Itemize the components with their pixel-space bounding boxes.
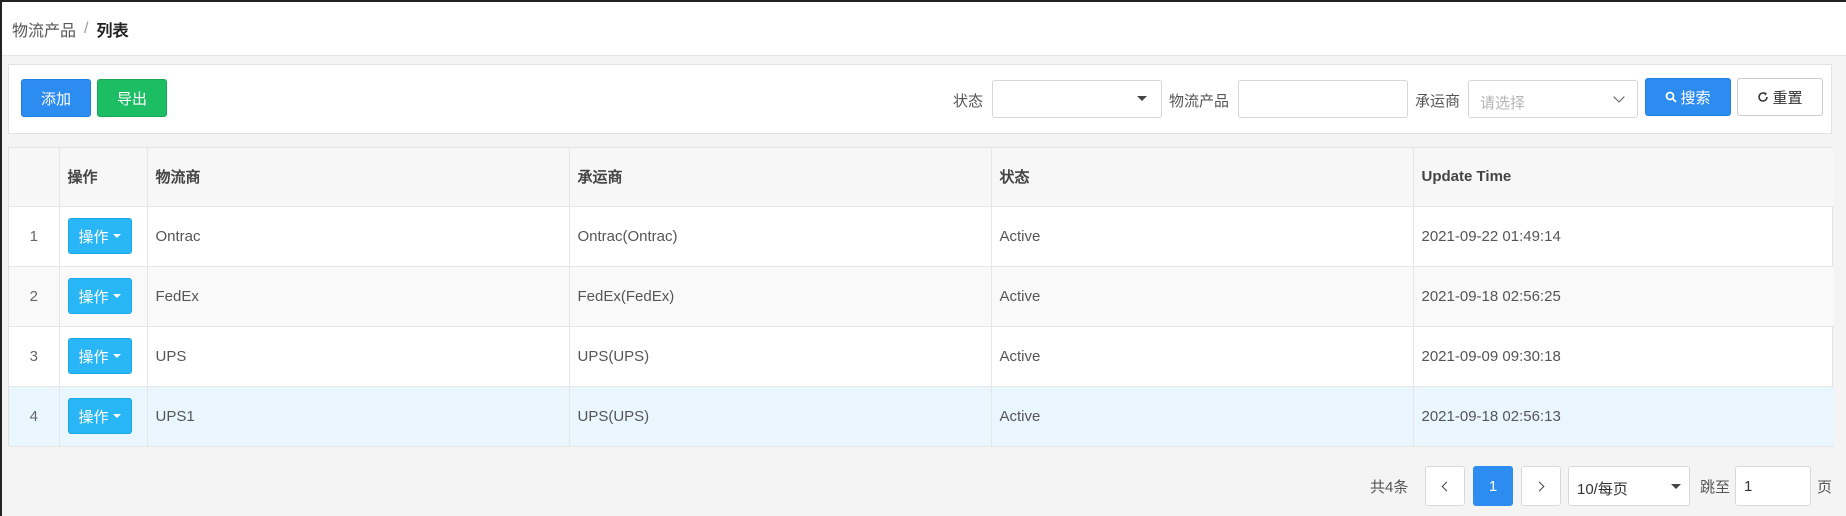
refresh-icon <box>1757 91 1769 103</box>
pagination-page-1[interactable]: 1 <box>1473 466 1513 506</box>
reset-button[interactable]: 重置 <box>1737 78 1823 116</box>
product-filter-label: 物流产品 <box>1169 93 1230 110</box>
breadcrumb-separator: / <box>84 19 89 37</box>
row-logistics: UPS1 <box>147 386 570 447</box>
row-update-time: 2021-09-09 09:30:18 <box>1413 326 1834 387</box>
row-status: Active <box>991 326 1414 387</box>
table-header-row: 操作 物流商 承运商 状态 Update Time <box>9 148 1834 207</box>
add-button[interactable]: 添加 <box>21 79 91 117</box>
table-row: 1 操作 Ontrac Ontrac(Ontrac) Active 2021-0… <box>9 206 1834 267</box>
caret-down-icon <box>112 294 121 298</box>
row-update-time: 2021-09-22 01:49:14 <box>1413 206 1834 267</box>
row-actions-cell: 操作 <box>59 206 148 267</box>
pagination-total: 共4条 <box>1370 479 1409 496</box>
breadcrumb: 物流产品 / 列表 <box>2 2 1846 56</box>
search-button-label: 搜索 <box>1680 89 1711 107</box>
caret-down-icon <box>112 234 121 238</box>
reset-button-label: 重置 <box>1772 89 1803 107</box>
row-action-label: 操作 <box>78 408 109 426</box>
breadcrumb-current: 列表 <box>96 22 129 40</box>
column-header-update-time[interactable]: Update Time <box>1413 148 1834 207</box>
row-actions-cell: 操作 <box>59 386 148 447</box>
row-index: 2 <box>9 266 60 327</box>
row-logistics: Ontrac <box>147 206 570 267</box>
row-index: 1 <box>9 206 60 267</box>
toolbar: 添加 导出 状态 物流产品 承运商 请选择 搜索 重置 <box>8 64 1832 134</box>
caret-down-icon <box>1137 96 1147 101</box>
row-status: Active <box>991 206 1414 267</box>
row-action-label: 操作 <box>78 288 109 306</box>
row-status: Active <box>991 386 1414 447</box>
row-carrier: Ontrac(Ontrac) <box>569 206 992 267</box>
carrier-select[interactable]: 请选择 <box>1468 80 1638 118</box>
row-action-button[interactable]: 操作 <box>67 338 132 374</box>
row-carrier: UPS(UPS) <box>569 386 992 447</box>
status-filter-label: 状态 <box>953 93 984 110</box>
caret-down-icon <box>112 354 121 358</box>
search-button[interactable]: 搜索 <box>1645 78 1731 116</box>
search-icon <box>1665 91 1678 103</box>
product-input[interactable] <box>1238 80 1408 118</box>
row-actions-cell: 操作 <box>59 266 148 327</box>
row-action-label: 操作 <box>78 228 109 246</box>
pagination-next-button[interactable] <box>1521 466 1561 506</box>
row-index: 3 <box>9 326 60 387</box>
jump-label: 跳至 <box>1700 479 1731 496</box>
column-header-index <box>9 148 60 207</box>
column-header-actions: 操作 <box>59 148 148 207</box>
row-update-time: 2021-09-18 02:56:25 <box>1413 266 1834 327</box>
pagination-prev-button[interactable] <box>1425 466 1465 506</box>
jump-page-input[interactable] <box>1735 466 1811 506</box>
carrier-select-placeholder: 请选择 <box>1480 95 1526 112</box>
export-button[interactable]: 导出 <box>97 79 167 117</box>
chevron-right-icon <box>1534 481 1545 491</box>
row-status: Active <box>991 266 1414 327</box>
chevron-down-icon <box>1613 91 1625 103</box>
column-header-carrier[interactable]: 承运商 <box>569 148 992 207</box>
caret-down-icon <box>112 414 121 418</box>
window-border-left <box>0 0 2 516</box>
page-size-select[interactable]: 10/每页 <box>1568 466 1690 506</box>
row-logistics: UPS <box>147 326 570 387</box>
row-carrier: FedEx(FedEx) <box>569 266 992 327</box>
chevron-left-icon <box>1441 481 1452 491</box>
row-action-label: 操作 <box>78 348 109 366</box>
row-update-time: 2021-09-18 02:56:13 <box>1413 386 1834 447</box>
row-index: 4 <box>9 386 60 447</box>
carrier-filter-label: 承运商 <box>1415 93 1461 110</box>
table-row: 3 操作 UPS UPS(UPS) Active 2021-09-09 09:3… <box>9 326 1834 387</box>
column-header-logistics[interactable]: 物流商 <box>147 148 570 207</box>
breadcrumb-parent[interactable]: 物流产品 <box>12 17 76 41</box>
row-logistics: FedEx <box>147 266 570 327</box>
page-suffix-label: 页 <box>1817 479 1833 496</box>
row-action-button[interactable]: 操作 <box>67 278 132 314</box>
row-actions-cell: 操作 <box>59 326 148 387</box>
status-select[interactable] <box>992 80 1162 118</box>
row-action-button[interactable]: 操作 <box>67 218 132 254</box>
table-row: 2 操作 FedEx FedEx(FedEx) Active 2021-09-1… <box>9 266 1834 327</box>
page-size-value: 10/每页 <box>1577 481 1628 498</box>
table-row: 4 操作 UPS1 UPS(UPS) Active 2021-09-18 02:… <box>9 386 1834 447</box>
row-action-button[interactable]: 操作 <box>67 398 132 434</box>
caret-down-icon <box>1671 484 1681 489</box>
column-header-status[interactable]: 状态 <box>991 148 1414 207</box>
row-carrier: UPS(UPS) <box>569 326 992 387</box>
data-table: 操作 物流商 承运商 状态 Update Time 1 操作 Ontrac On… <box>8 147 1834 447</box>
